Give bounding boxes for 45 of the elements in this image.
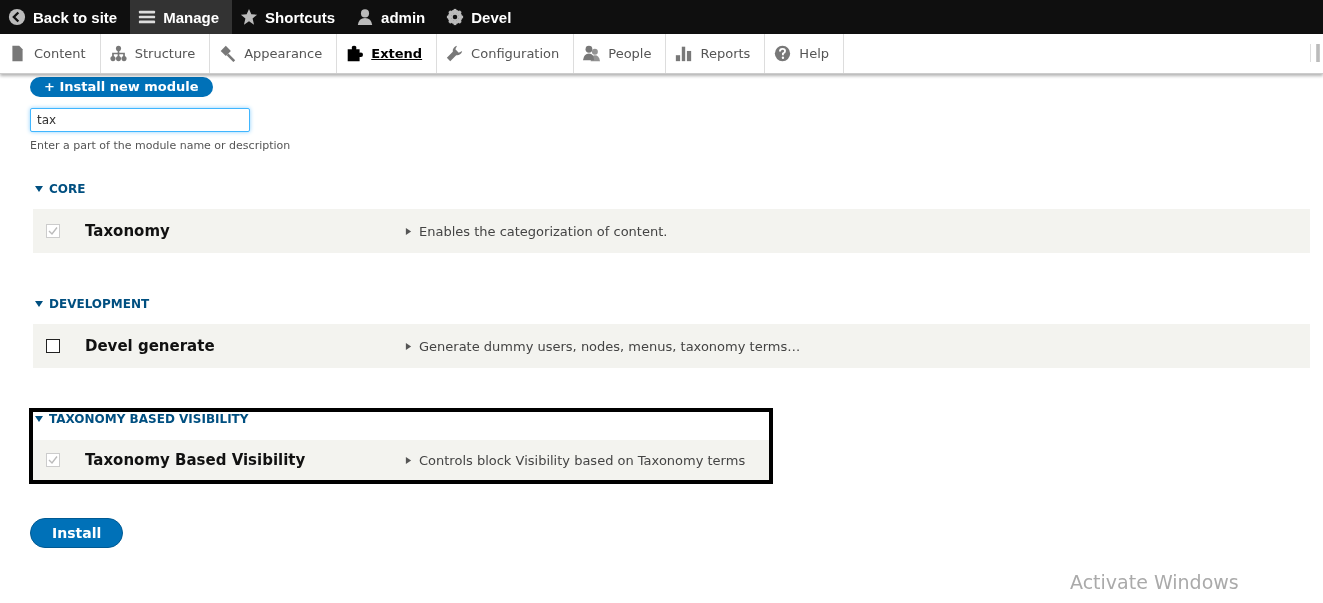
tray-tab[interactable]: Extend — [337, 34, 438, 73]
filter-field[interactable]: tax — [30, 108, 250, 132]
page-icon — [9, 45, 26, 62]
triangle-down-icon — [35, 415, 43, 423]
module-name: Taxonomy Based Visibility — [85, 451, 307, 469]
menu-icon — [138, 8, 157, 26]
user-icon — [356, 8, 375, 26]
triangle-right-icon[interactable] — [405, 456, 412, 464]
tray-tab[interactable]: People — [574, 34, 667, 73]
install-new-module-button[interactable]: + Install new module — [30, 77, 213, 97]
hierarchy-icon — [109, 45, 127, 62]
puzzle-icon — [346, 45, 364, 62]
settings-icon — [446, 8, 465, 26]
people-icon — [583, 45, 601, 62]
filter-description: Enter a part of the module name or description — [30, 139, 292, 152]
tray-tab[interactable]: Structure — [100, 34, 211, 73]
tray-tab[interactable]: Configuration — [437, 34, 575, 73]
install-button[interactable]: Install — [30, 518, 124, 548]
tray-tab[interactable]: Reports — [666, 34, 766, 73]
star-icon — [240, 8, 259, 26]
group-toggle[interactable]: CORE — [35, 182, 1310, 196]
activation-notice: Activate Windows — [1070, 571, 1239, 593]
module-description[interactable]: Generate dummy users, nodes, menus, taxonomy terms… — [419, 338, 801, 354]
wrench-icon — [446, 45, 464, 62]
toolbar-tab[interactable]: Shortcuts — [232, 0, 349, 34]
toolbar-tab[interactable]: admin — [348, 0, 439, 34]
group-toggle[interactable]: TAXONOMY BASED VISIBILITY — [35, 412, 769, 426]
tray-tab[interactable]: Appearance — [210, 34, 338, 73]
triangle-down-icon — [35, 300, 43, 308]
triangle-right-icon[interactable] — [405, 227, 412, 235]
help-icon — [774, 45, 792, 62]
bar-chart-icon — [675, 45, 693, 62]
module-checkbox[interactable] — [46, 339, 60, 353]
group-toggle[interactable]: DEVELOPMENT — [35, 297, 1310, 311]
triangle-right-icon[interactable] — [405, 342, 412, 350]
toolbar-tab[interactable]: Devel — [438, 0, 525, 34]
brush-icon — [219, 45, 237, 62]
tray-handle-icon[interactable] — [1310, 44, 1321, 62]
toolbar-tab[interactable]: Manage — [130, 0, 233, 34]
tray-tab[interactable]: Help — [765, 34, 844, 73]
module-name: Taxonomy — [85, 222, 171, 240]
tray-tab[interactable]: Content — [0, 34, 101, 73]
module-name: Devel generate — [85, 337, 216, 355]
toolbar-tab[interactable]: Back to site — [0, 0, 131, 34]
triangle-down-icon — [35, 185, 43, 193]
